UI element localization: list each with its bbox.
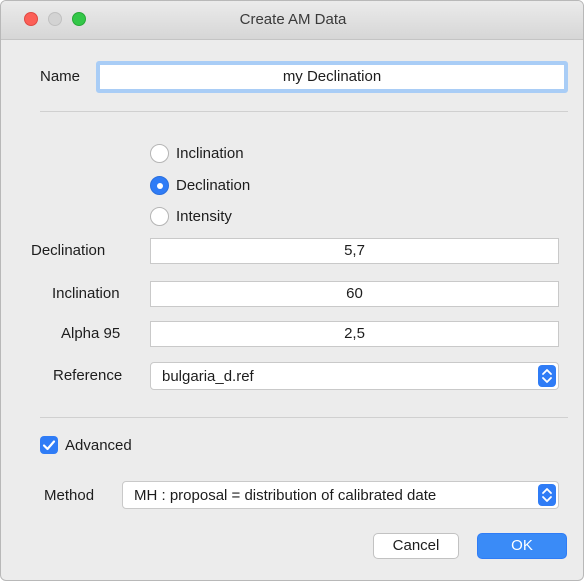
advanced-checkbox[interactable] (40, 436, 58, 454)
alpha95-label: Alpha 95 (61, 325, 121, 342)
radio-inclination[interactable]: Inclination (150, 142, 244, 164)
radio-intensity[interactable]: Intensity (150, 205, 232, 227)
radio-intensity-label: Intensity (176, 207, 232, 225)
title-bar[interactable]: Create AM Data (1, 1, 583, 40)
separator-bottom (40, 417, 568, 418)
method-select-value: MH : proposal = distribution of calibrat… (134, 487, 437, 504)
reference-label: Reference (53, 367, 123, 384)
alpha95-input[interactable]: 2,5 (150, 321, 559, 347)
radio-declination-label: Declination (176, 176, 251, 194)
advanced-label[interactable]: Advanced (65, 437, 132, 454)
declination-input[interactable]: 5,7 (150, 238, 559, 264)
method-select[interactable]: MH : proposal = distribution of calibrat… (122, 481, 559, 509)
name-input[interactable]: my Declination (96, 61, 568, 93)
window-title: Create AM Data (239, 11, 347, 28)
cancel-button[interactable]: Cancel (373, 533, 459, 559)
separator-top (40, 111, 568, 112)
inclination-input[interactable]: 60 (150, 281, 559, 307)
radio-declination[interactable]: Declination (150, 174, 250, 196)
radio-inclination-label: Inclination (176, 144, 244, 162)
chevron-up-down-icon (538, 484, 556, 506)
name-label: Name (40, 68, 81, 85)
declination-label: Declination (31, 242, 106, 259)
radio-intensity-button[interactable] (150, 206, 169, 226)
inclination-label: Inclination (52, 285, 120, 302)
chevron-up-down-icon (538, 365, 556, 387)
method-label: Method (44, 487, 95, 504)
ok-button[interactable]: OK (477, 533, 567, 559)
radio-inclination-button[interactable] (150, 143, 169, 163)
reference-select[interactable]: bulgaria_d.ref (150, 362, 559, 390)
reference-select-value: bulgaria_d.ref (162, 368, 254, 385)
radio-declination-button[interactable] (150, 175, 169, 195)
checkmark-icon (42, 440, 56, 451)
create-am-data-dialog: Create AM Data Name my Declination Incli… (0, 0, 584, 581)
